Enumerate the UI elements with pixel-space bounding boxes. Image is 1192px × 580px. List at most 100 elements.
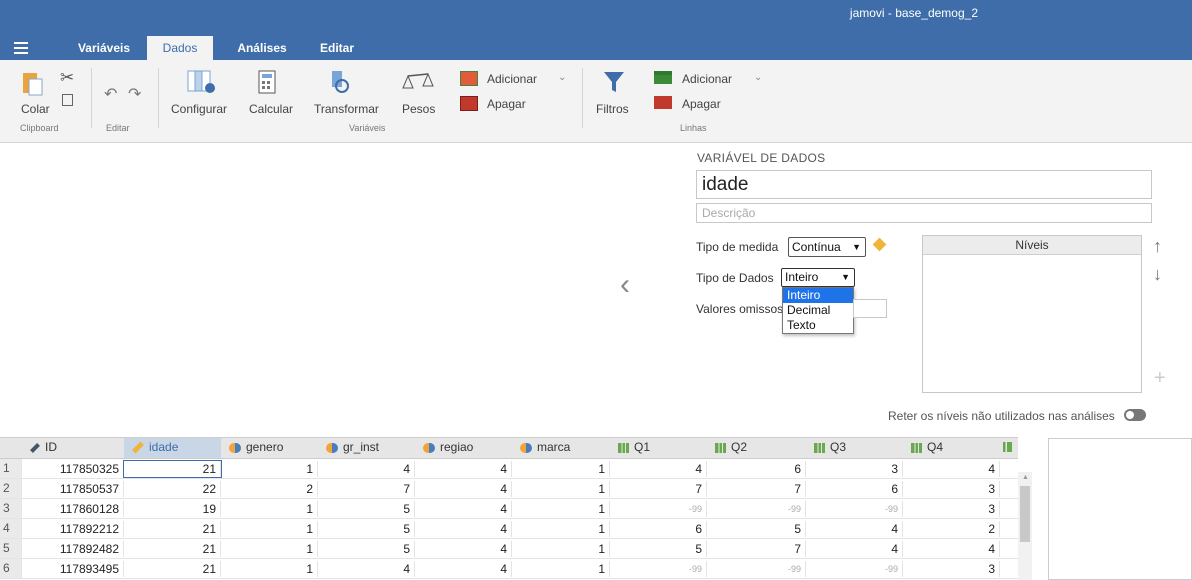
table-cell[interactable]: 1 bbox=[512, 521, 610, 537]
retain-levels-toggle[interactable] bbox=[1124, 409, 1146, 421]
table-cell[interactable]: 1 bbox=[221, 561, 318, 577]
table-cell[interactable]: 4 bbox=[318, 561, 415, 577]
table-cell[interactable]: 117850325 bbox=[22, 461, 124, 477]
tab-editar[interactable]: Editar bbox=[306, 36, 368, 60]
table-cell[interactable]: 5 bbox=[707, 521, 806, 537]
table-cell[interactable]: 6 bbox=[806, 481, 903, 497]
row-number[interactable]: 6 bbox=[0, 559, 22, 578]
table-cell[interactable]: 3 bbox=[806, 461, 903, 477]
weights-button[interactable] bbox=[402, 70, 434, 97]
table-cell[interactable]: 21 bbox=[124, 521, 221, 537]
column-header-genero[interactable]: genero bbox=[229, 437, 318, 457]
table-cell[interactable]: -99 bbox=[707, 561, 806, 577]
table-cell[interactable]: 3 bbox=[903, 501, 1000, 517]
configure-button[interactable] bbox=[187, 70, 217, 99]
table-cell[interactable]: 7 bbox=[318, 481, 415, 497]
table-cell[interactable]: 21 bbox=[124, 541, 221, 557]
hamburger-menu-icon[interactable] bbox=[14, 42, 28, 54]
table-cell[interactable]: 4 bbox=[806, 521, 903, 537]
description-input[interactable]: Descrição bbox=[696, 203, 1152, 223]
table-cell[interactable]: -99 bbox=[610, 561, 707, 577]
table-cell[interactable]: 22 bbox=[124, 481, 221, 497]
table-cell[interactable]: 4 bbox=[415, 501, 512, 517]
table-cell[interactable]: 117893495 bbox=[22, 561, 124, 577]
table-cell[interactable]: 1 bbox=[512, 561, 610, 577]
delete-row-label[interactable]: Apagar bbox=[682, 97, 721, 111]
paste-button[interactable] bbox=[22, 70, 44, 99]
tab-dados[interactable]: Dados bbox=[147, 36, 213, 60]
column-header-regiao[interactable]: regiao bbox=[423, 437, 512, 457]
add-column-icon[interactable] bbox=[460, 71, 478, 86]
add-row-icon[interactable] bbox=[654, 71, 672, 84]
scroll-up-icon[interactable]: ▲ bbox=[1022, 474, 1029, 481]
table-cell[interactable]: 117892212 bbox=[22, 521, 124, 537]
column-header-marca[interactable]: marca bbox=[520, 437, 610, 457]
missing-values-input[interactable] bbox=[853, 299, 887, 318]
table-cell[interactable]: 5 bbox=[318, 521, 415, 537]
delete-column-icon[interactable] bbox=[460, 96, 478, 111]
vertical-scrollbar[interactable] bbox=[1018, 472, 1032, 580]
table-cell[interactable]: 1 bbox=[221, 541, 318, 557]
table-cell[interactable]: 4 bbox=[415, 461, 512, 477]
table-cell[interactable]: -99 bbox=[806, 501, 903, 517]
add-column-label[interactable]: Adicionar bbox=[487, 72, 537, 86]
cut-icon[interactable]: ✂ bbox=[60, 68, 74, 88]
option-texto[interactable]: Texto bbox=[783, 318, 853, 333]
levels-list[interactable] bbox=[922, 235, 1142, 393]
row-number[interactable]: 5 bbox=[0, 539, 22, 558]
column-header-id[interactable]: ID bbox=[30, 437, 124, 457]
table-cell[interactable]: 5 bbox=[318, 501, 415, 517]
table-cell[interactable]: 21 bbox=[124, 561, 221, 577]
delete-column-label[interactable]: Apagar bbox=[487, 97, 526, 111]
table-cell[interactable]: 7 bbox=[610, 481, 707, 497]
table-cell[interactable]: 7 bbox=[707, 481, 806, 497]
table-cell[interactable]: 4 bbox=[806, 541, 903, 557]
table-cell[interactable]: 117892482 bbox=[22, 541, 124, 557]
column-header-idade[interactable]: idade bbox=[131, 437, 221, 457]
chevron-down-icon[interactable]: ⌄ bbox=[558, 72, 566, 83]
copy-icon[interactable] bbox=[62, 94, 73, 106]
table-cell[interactable]: 117850537 bbox=[22, 481, 124, 497]
table-cell[interactable]: 117860128 bbox=[22, 501, 124, 517]
column-header-q3[interactable]: Q3 bbox=[814, 437, 903, 457]
table-cell[interactable]: 3 bbox=[903, 481, 1000, 497]
add-row-label[interactable]: Adicionar bbox=[682, 72, 732, 86]
tab-analises[interactable]: Análises bbox=[225, 36, 299, 60]
table-cell[interactable]: 4 bbox=[415, 541, 512, 557]
table-cell[interactable]: 5 bbox=[318, 541, 415, 557]
table-cell[interactable]: 21 bbox=[123, 460, 222, 478]
table-cell[interactable]: 6 bbox=[610, 521, 707, 537]
table-cell[interactable]: 2 bbox=[903, 521, 1000, 537]
table-cell[interactable]: 19 bbox=[124, 501, 221, 517]
delete-row-icon[interactable] bbox=[654, 96, 672, 109]
table-cell[interactable]: 1 bbox=[221, 461, 318, 477]
table-cell[interactable]: 6 bbox=[707, 461, 806, 477]
option-decimal[interactable]: Decimal bbox=[783, 303, 853, 318]
table-cell[interactable]: 4 bbox=[415, 561, 512, 577]
column-header-gr_inst[interactable]: gr_inst bbox=[326, 437, 415, 457]
table-cell[interactable]: 2 bbox=[221, 481, 318, 497]
table-cell[interactable]: -99 bbox=[707, 501, 806, 517]
table-cell[interactable]: 4 bbox=[415, 521, 512, 537]
plus-icon[interactable]: + bbox=[1154, 367, 1166, 390]
chevron-down-icon[interactable]: ⌄ bbox=[754, 72, 762, 83]
table-cell[interactable]: 1 bbox=[221, 521, 318, 537]
table-cell[interactable]: 1 bbox=[221, 501, 318, 517]
table-cell[interactable]: 4 bbox=[415, 481, 512, 497]
option-inteiro[interactable]: Inteiro bbox=[783, 288, 853, 303]
undo-icon[interactable]: ↶ bbox=[104, 84, 117, 104]
table-cell[interactable]: 1 bbox=[512, 501, 610, 517]
variable-name-input[interactable]: idade bbox=[696, 170, 1152, 199]
tab-variaveis[interactable]: Variáveis bbox=[68, 36, 140, 60]
filters-button[interactable] bbox=[603, 70, 625, 97]
measure-type-select[interactable]: Contínua ▼ bbox=[788, 237, 866, 257]
table-cell[interactable]: 3 bbox=[903, 561, 1000, 577]
table-cell[interactable]: 4 bbox=[318, 461, 415, 477]
table-cell[interactable]: -99 bbox=[610, 501, 707, 517]
arrow-down-icon[interactable]: ↓ bbox=[1153, 264, 1162, 285]
compute-button[interactable] bbox=[258, 70, 276, 97]
table-cell[interactable]: 4 bbox=[903, 461, 1000, 477]
table-cell[interactable]: 4 bbox=[610, 461, 707, 477]
row-number[interactable]: 4 bbox=[0, 519, 22, 538]
column-header-q2[interactable]: Q2 bbox=[715, 437, 806, 457]
